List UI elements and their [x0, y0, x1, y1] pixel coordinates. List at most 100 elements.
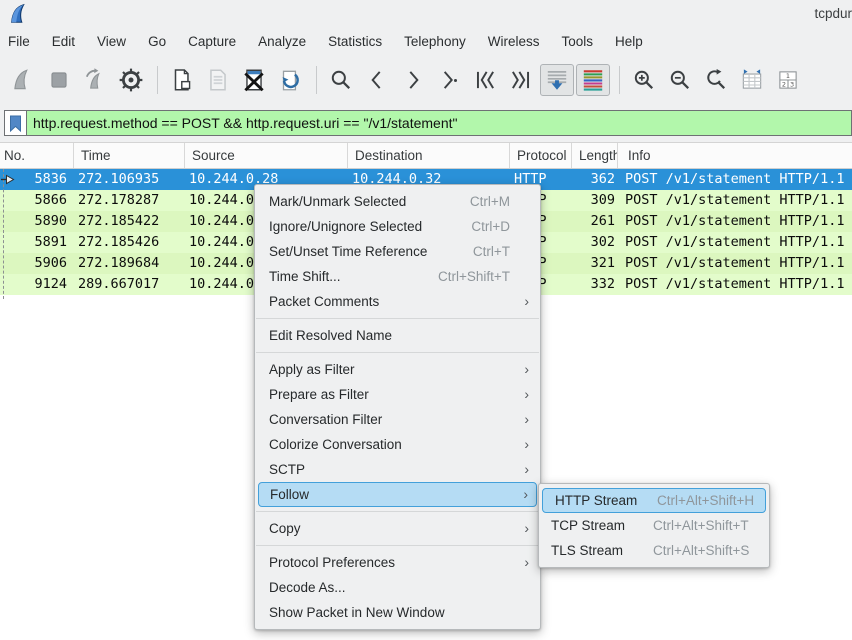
reload-file-button[interactable] [273, 64, 307, 96]
chevron-left-icon [364, 67, 390, 93]
find-packet-button[interactable] [324, 64, 358, 96]
submenu-arrow-icon: › [524, 432, 529, 457]
menu-help[interactable]: Help [604, 30, 654, 53]
search-icon [328, 67, 354, 93]
menu-go[interactable]: Go [137, 30, 177, 53]
column-header-source[interactable]: Source [185, 143, 348, 168]
save-file-button[interactable] [201, 64, 235, 96]
menu-item-protocol-preferences[interactable]: Protocol Preferences› [255, 550, 540, 575]
menu-statistics[interactable]: Statistics [317, 30, 393, 53]
menu-telephony[interactable]: Telephony [393, 30, 477, 53]
submenu-arrow-icon: › [524, 407, 529, 432]
column-header-no[interactable]: No. [0, 143, 74, 168]
menu-file[interactable]: File [8, 30, 41, 53]
cell-length: 302 [572, 232, 618, 253]
menu-item-decode-as[interactable]: Decode As... [255, 575, 540, 600]
cell-info: POST /v1/statement HTTP/1.1 [618, 169, 852, 190]
menu-capture[interactable]: Capture [177, 30, 247, 53]
menu-tools[interactable]: Tools [550, 30, 604, 53]
zoom-in-button[interactable] [627, 64, 661, 96]
follow-submenu: HTTP StreamCtrl+Alt+Shift+H TCP StreamCt… [538, 483, 770, 568]
menu-item-time-shift[interactable]: Time Shift...Ctrl+Shift+T [255, 264, 540, 289]
menu-item-follow[interactable]: Follow› [258, 482, 537, 507]
zoom-reset-button[interactable] [699, 64, 733, 96]
reload-capture-file-icon [277, 67, 303, 93]
menu-item-mark-unmark-selected[interactable]: Mark/Unmark SelectedCtrl+M [255, 189, 540, 214]
chevron-right-dot-icon [436, 67, 462, 93]
display-filter-input[interactable] [27, 110, 852, 136]
cell-info: POST /v1/statement HTTP/1.1 [618, 211, 852, 232]
menu-separator [256, 545, 539, 546]
toolbar-separator [619, 66, 620, 94]
first-packet-button[interactable] [468, 64, 502, 96]
column-header-length[interactable]: Length [572, 143, 618, 168]
submenu-arrow-icon: › [523, 483, 528, 506]
bookmark-icon [9, 115, 22, 132]
cell-length: 332 [572, 274, 618, 295]
layout-button[interactable]: 123 [771, 64, 805, 96]
related-packets-line [3, 169, 4, 299]
resize-columns-button[interactable] [735, 64, 769, 96]
menu-item-label: Mark/Unmark Selected [269, 189, 406, 214]
menu-item-copy[interactable]: Copy› [255, 516, 540, 541]
menu-item-tls-stream[interactable]: TLS Stream Ctrl+Alt+Shift+S [539, 538, 769, 563]
stop-capture-button[interactable] [42, 64, 76, 96]
auto-scroll-button[interactable] [540, 64, 574, 96]
save-capture-file-icon [205, 67, 231, 93]
cell-info: POST /v1/statement HTTP/1.1 [618, 253, 852, 274]
menu-item-label: Conversation Filter [269, 407, 382, 432]
menu-item-label: TLS Stream [551, 538, 639, 563]
menu-separator [256, 318, 539, 319]
cell-no: 5866 [0, 190, 74, 211]
previous-packet-button[interactable] [360, 64, 394, 96]
menu-item-tcp-stream[interactable]: TCP StreamCtrl+Alt+Shift+T [539, 513, 769, 538]
svg-text:2: 2 [782, 80, 786, 88]
svg-text:3: 3 [790, 80, 794, 88]
cell-time: 272.189684 [74, 253, 185, 274]
menu-item-shortcut: Ctrl+Alt+Shift+S [653, 538, 749, 563]
menu-item-prepare-as-filter[interactable]: Prepare as Filter› [255, 382, 540, 407]
menu-item-packet-comments[interactable]: Packet Comments› [255, 289, 540, 314]
menu-edit[interactable]: Edit [41, 30, 86, 53]
capture-options-button[interactable] [114, 64, 148, 96]
go-to-packet-button[interactable] [432, 64, 466, 96]
close-file-button[interactable] [237, 64, 271, 96]
window-title: tcpdur [814, 6, 852, 21]
last-packet-button[interactable] [504, 64, 538, 96]
menu-analyze[interactable]: Analyze [247, 30, 317, 53]
zoom-in-icon [631, 67, 657, 93]
zoom-out-button[interactable] [663, 64, 697, 96]
go-first-icon [472, 67, 498, 93]
menu-item-colorize-conversation[interactable]: Colorize Conversation› [255, 432, 540, 457]
column-header-info[interactable]: Info [618, 143, 852, 168]
stop-square-icon [46, 67, 72, 93]
menu-item-label: SCTP [269, 457, 305, 482]
next-packet-button[interactable] [396, 64, 430, 96]
colorize-button[interactable] [576, 64, 610, 96]
menu-wireless[interactable]: Wireless [477, 30, 551, 53]
column-header-destination[interactable]: Destination [348, 143, 510, 168]
start-capture-button[interactable] [6, 64, 40, 96]
open-file-button[interactable] [165, 64, 199, 96]
menu-item-set-unset-time-reference[interactable]: Set/Unset Time ReferenceCtrl+T [255, 239, 540, 264]
filter-toolbar [0, 104, 852, 142]
menu-item-show-packet-in-new-window[interactable]: Show Packet in New Window [255, 600, 540, 625]
cell-info: POST /v1/statement HTTP/1.1 [618, 232, 852, 253]
menu-item-label: Edit Resolved Name [269, 323, 392, 348]
menu-item-conversation-filter[interactable]: Conversation Filter › [255, 407, 540, 432]
menu-item-edit-resolved-name[interactable]: Edit Resolved Name [255, 323, 540, 348]
menu-item-sctp[interactable]: SCTP› [255, 457, 540, 482]
restart-capture-button[interactable] [78, 64, 112, 96]
filter-bookmark-button[interactable] [4, 110, 27, 136]
menu-view[interactable]: View [86, 30, 137, 53]
column-header-time[interactable]: Time [74, 143, 185, 168]
column-header-protocol[interactable]: Protocol [510, 143, 572, 168]
menu-item-apply-as-filter[interactable]: Apply as Filter› [255, 357, 540, 382]
menu-bar: File Edit View Go Capture Analyze Statis… [0, 28, 852, 55]
menu-item-http-stream[interactable]: HTTP StreamCtrl+Alt+Shift+H [542, 488, 766, 513]
go-last-icon [508, 67, 534, 93]
restart-fin-icon [82, 67, 108, 93]
cell-length: 261 [572, 211, 618, 232]
toolbar-separator [316, 66, 317, 94]
menu-item-ignore-unignore-selected[interactable]: Ignore/Unignore SelectedCtrl+D [255, 214, 540, 239]
